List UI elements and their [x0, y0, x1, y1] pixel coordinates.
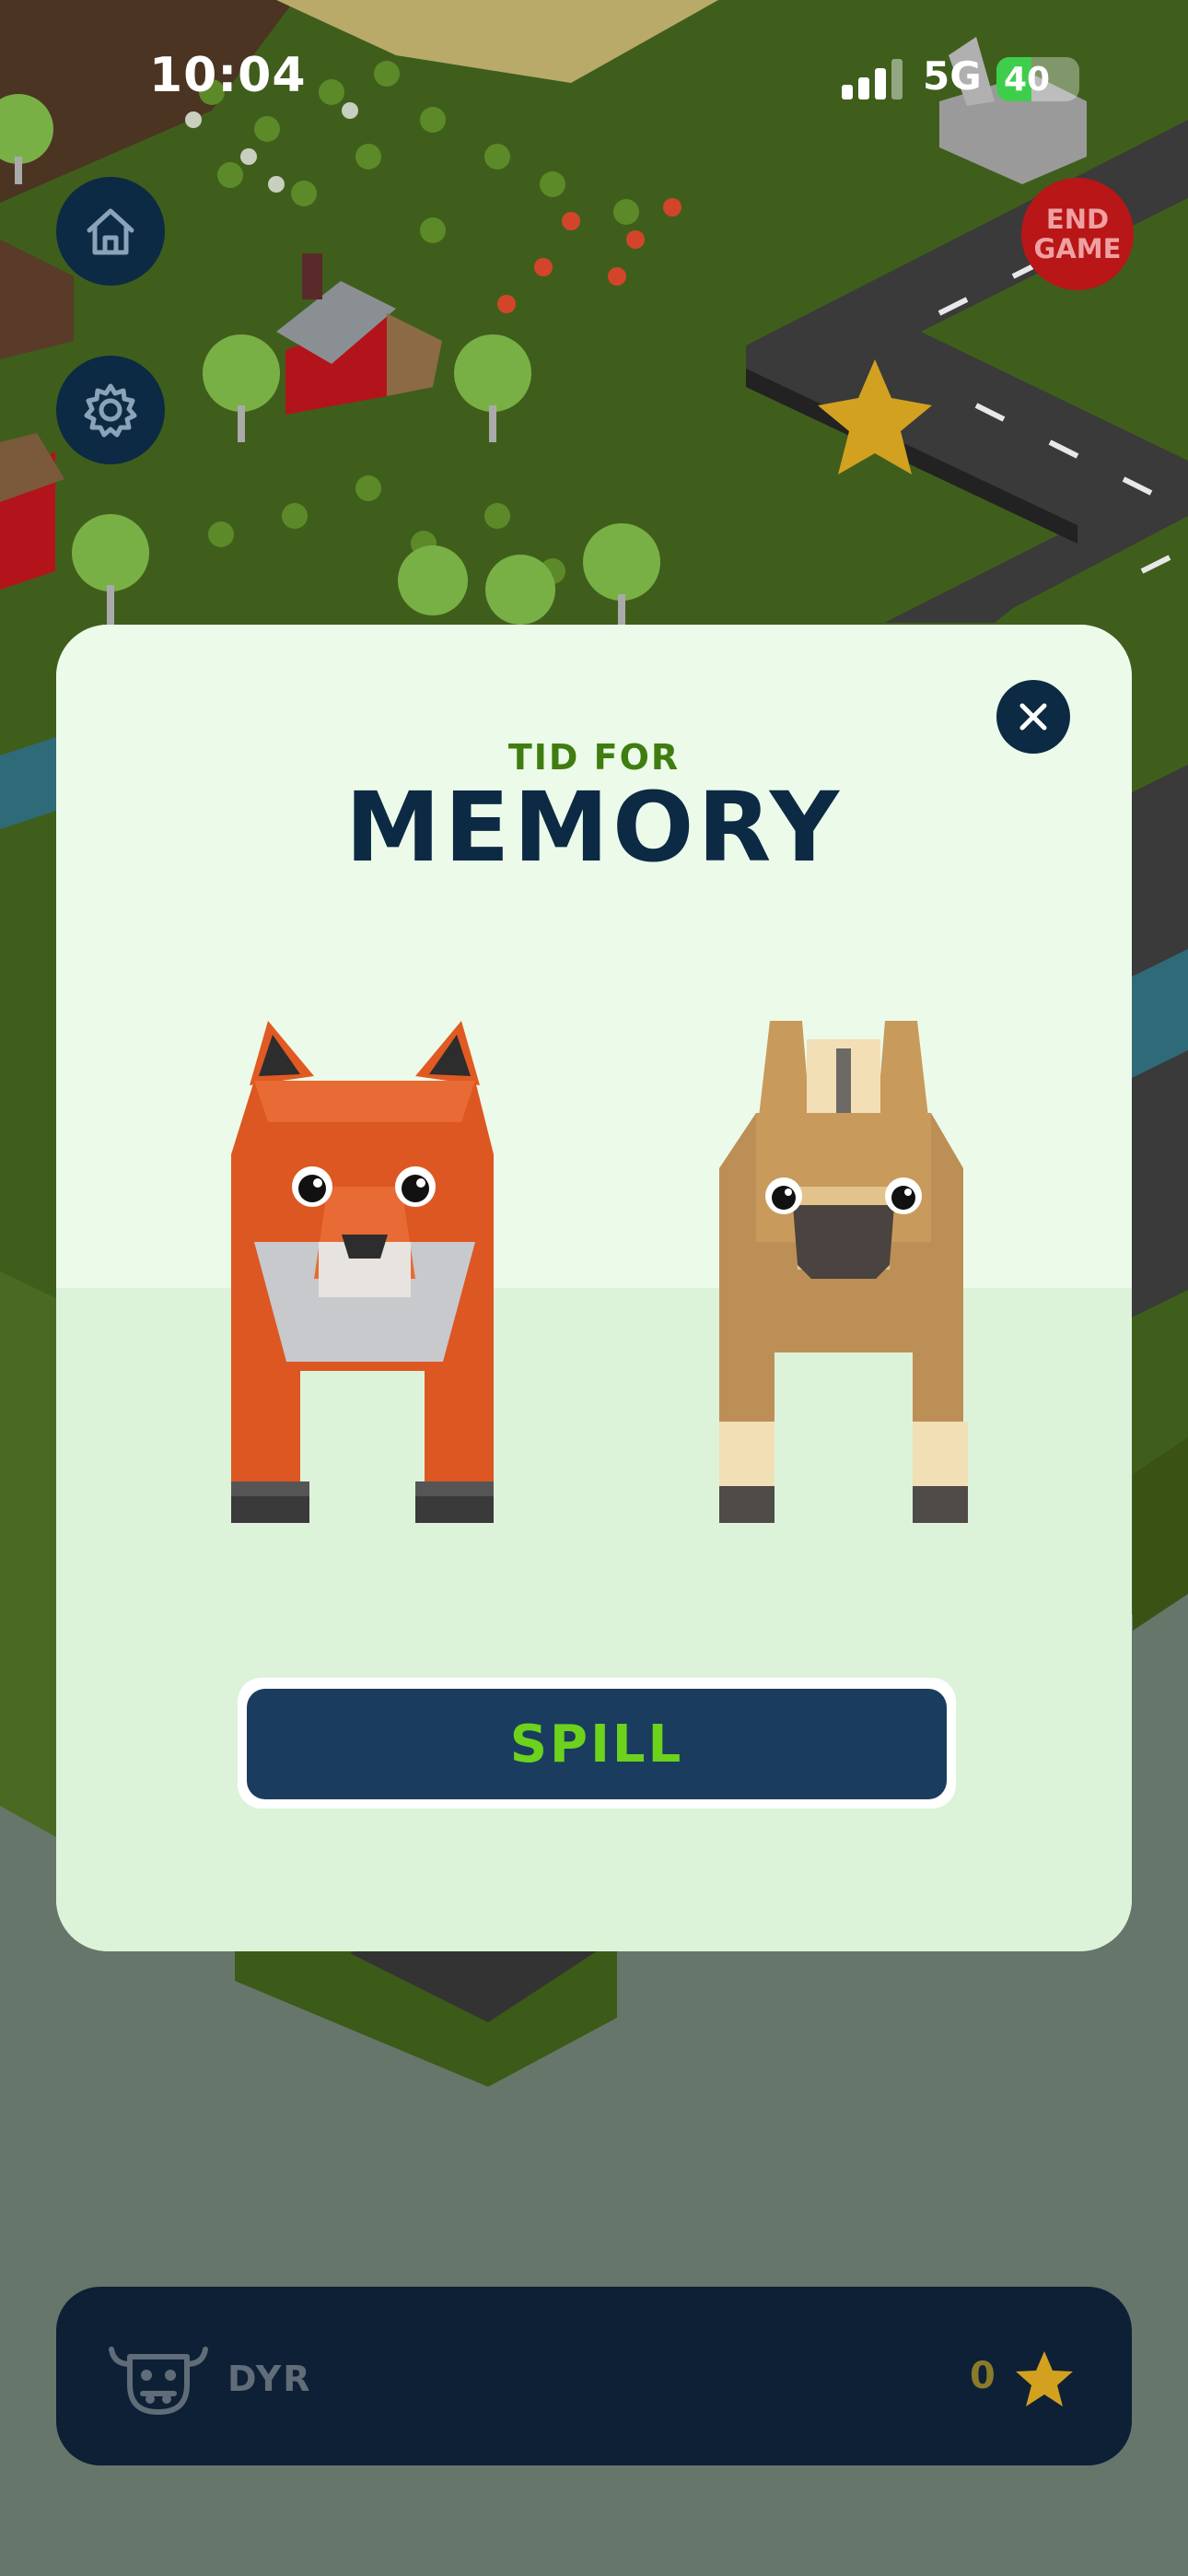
network-type: 5G: [923, 53, 982, 99]
memory-game-modal: TID FOR MEMORY SPILL: [56, 625, 1132, 1951]
end-game-button[interactable]: END GAME: [1021, 178, 1134, 290]
modal-upper-panel: [56, 625, 1132, 1288]
end-game-label-line1: END: [1045, 204, 1110, 235]
modal-title: MEMORY: [344, 771, 844, 884]
cellular-signal-icon: [842, 59, 903, 100]
battery-level: 40: [1004, 61, 1051, 99]
end-game-label-line2: GAME: [1033, 233, 1122, 264]
settings-button[interactable]: [56, 356, 165, 464]
horse-animal: [719, 1021, 968, 1537]
status-time: 10:04: [149, 48, 307, 103]
cow-icon: [109, 2347, 208, 2415]
status-bar: 10:04 5G 40: [0, 0, 1188, 157]
battery-indicator: 40: [996, 57, 1079, 101]
modal-lower-panel: [56, 1288, 1132, 1951]
star-count: 0: [970, 2355, 996, 2397]
gear-icon: [84, 383, 137, 438]
animals-bottom-bar[interactable]: DYR 0: [56, 2287, 1132, 2465]
animals-label: DYR: [227, 2359, 312, 2399]
home-button[interactable]: [56, 177, 165, 286]
fox-animal: [231, 1021, 494, 1537]
play-button[interactable]: SPILL: [247, 1689, 947, 1799]
star-icon: [1016, 2351, 1073, 2406]
close-icon: [1019, 703, 1047, 731]
home-icon: [87, 208, 134, 255]
